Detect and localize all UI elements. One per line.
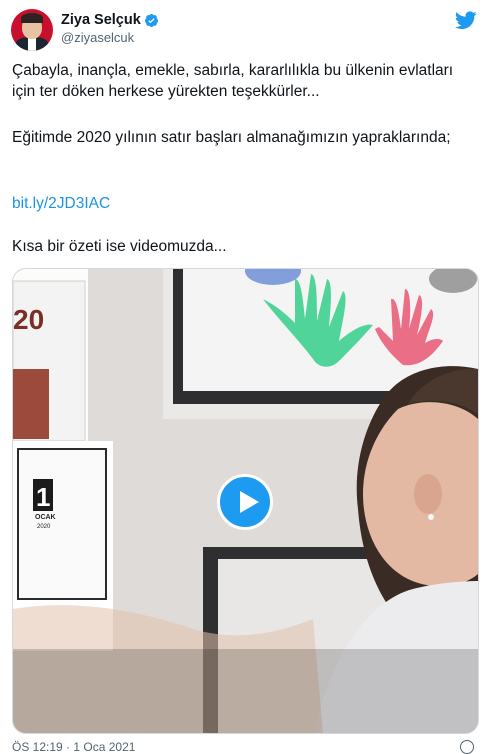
video-player[interactable]: 20 1 OCAK 2020 (12, 268, 479, 734)
info-icon[interactable] (460, 740, 474, 754)
author-block: Ziya Selçuk @ziyaselcuk (61, 12, 159, 45)
tweet-header: Ziya Selçuk @ziyaselcuk (11, 9, 477, 55)
tweet-link[interactable]: bit.ly/2JD3IAC (12, 193, 110, 214)
calendar-day: 1 (36, 482, 50, 512)
author-handle[interactable]: @ziyaselcuk (61, 30, 159, 45)
calendar-year: 2020 (37, 524, 51, 530)
twitter-bird-icon[interactable] (455, 11, 477, 30)
calendar-month: OCAK (35, 514, 56, 521)
author-name[interactable]: Ziya Selçuk (61, 12, 141, 28)
poster-number: 20 (13, 304, 44, 335)
tweet-paragraph: Çabayla, inançla, emekle, sabırla, karar… (12, 62, 454, 100)
tweet-timestamp[interactable]: ÖS 12:19 · 1 Oca 2021 (12, 740, 135, 754)
avatar[interactable] (11, 9, 53, 51)
tweet-paragraph: Kısa bir özeti ise videomuzda... (12, 238, 227, 255)
play-icon[interactable] (217, 474, 273, 530)
verified-badge-icon (144, 13, 158, 27)
tweet-paragraph: Eğitimde 2020 yılının satır başları alma… (12, 129, 451, 146)
